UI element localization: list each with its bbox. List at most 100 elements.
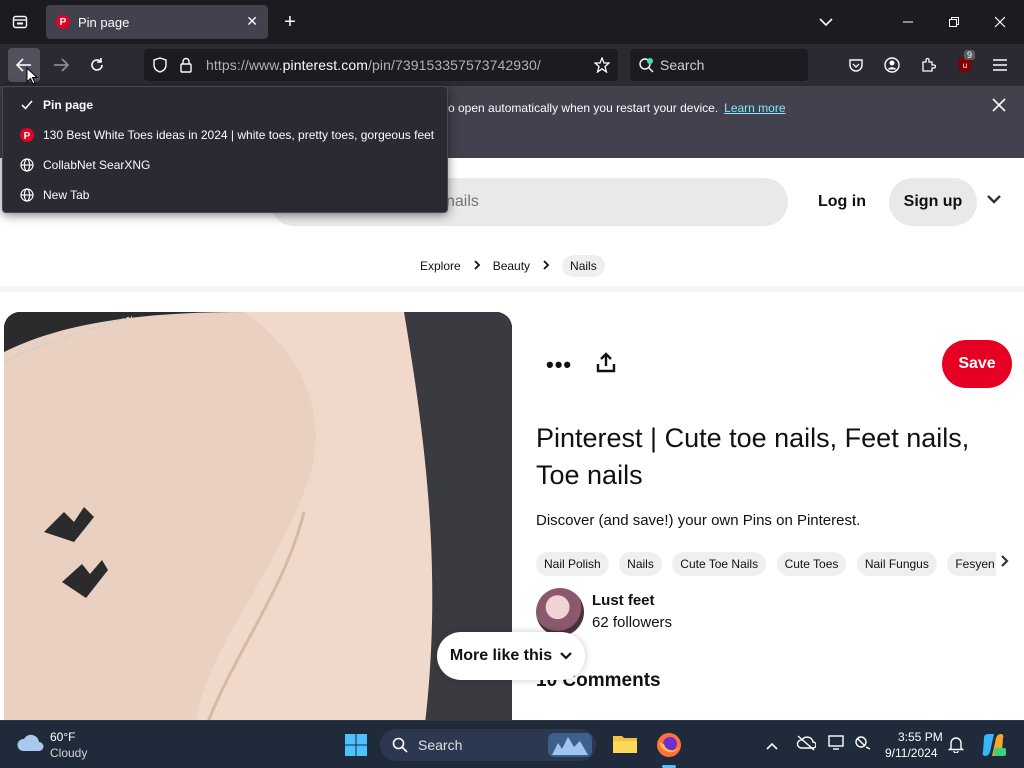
- url-path: /pin/739153357573742930/: [368, 57, 541, 73]
- avatar[interactable]: [536, 588, 584, 636]
- breadcrumb-beauty[interactable]: Beauty: [493, 259, 530, 273]
- chevron-down-icon: [560, 652, 572, 660]
- addons-badge: 9: [964, 50, 976, 60]
- tag-chip[interactable]: Nail Fungus: [856, 552, 937, 576]
- breadcrumb: Explore Beauty Nails: [420, 254, 605, 278]
- firefox-icon[interactable]: [656, 732, 682, 758]
- history-item[interactable]: Pin page: [3, 90, 447, 120]
- tracking-shield-icon[interactable]: [152, 57, 168, 73]
- reload-button[interactable]: [86, 54, 108, 76]
- minimize-icon[interactable]: [898, 12, 918, 32]
- breadcrumb-explore[interactable]: Explore: [420, 259, 461, 273]
- tag-list: Nail Polish Nails Cute Toe Nails Cute To…: [536, 552, 996, 576]
- chevron-up-icon[interactable]: [766, 737, 780, 751]
- chevron-right-icon: [473, 259, 481, 273]
- forward-button[interactable]: [50, 54, 72, 76]
- browser-search-box[interactable]: Search: [630, 49, 808, 81]
- url-prefix: https://www.: [206, 57, 283, 73]
- new-tab-icon[interactable]: +: [280, 11, 300, 33]
- close-tab-icon[interactable]: ✕: [246, 13, 258, 30]
- file-explorer-icon[interactable]: [612, 733, 638, 757]
- history-item-label: Pin page: [43, 98, 94, 112]
- notification-text: o open automatically when you restart yo…: [448, 101, 719, 115]
- url-text[interactable]: https://www.pinterest.com/pin/7391533575…: [206, 57, 541, 73]
- tab-list-icon[interactable]: [10, 12, 30, 32]
- history-item-label: CollabNet SearXNG: [43, 158, 151, 172]
- taskbar: 60°F Cloudy Search 3:55 PM 9/11/2024: [0, 720, 1024, 768]
- svg-text:P: P: [24, 131, 31, 142]
- web-page: nails Log in Sign up Explore Beauty Nail…: [0, 158, 1024, 720]
- weather-condition[interactable]: Cloudy: [50, 746, 87, 760]
- pin-description: Discover (and save!) your own Pins on Pi…: [536, 512, 861, 529]
- tab-pin-page[interactable]: P Pin page ✕: [46, 5, 268, 39]
- notification-bell-icon[interactable]: [947, 735, 966, 755]
- svg-text:u: u: [963, 61, 967, 70]
- history-item[interactable]: CollabNet SearXNG: [3, 150, 447, 180]
- taskbar-search-placeholder: Search: [418, 737, 463, 753]
- search-highlight-icon: [548, 733, 592, 757]
- more-options-icon[interactable]: •••: [546, 352, 572, 378]
- author-name[interactable]: Lust feet: [592, 592, 655, 609]
- clock-time[interactable]: 3:55 PM: [898, 730, 943, 744]
- app-menu-icon[interactable]: [990, 55, 1010, 75]
- section-divider: [0, 286, 1024, 292]
- pinterest-favicon-icon: P: [19, 127, 35, 143]
- tab-title: Pin page: [78, 14, 130, 30]
- history-item-label: 130 Best White Toes ideas in 2024 | whit…: [43, 128, 435, 142]
- tag-chip[interactable]: Cute Toe Nails: [672, 552, 767, 576]
- sign-up-button[interactable]: Sign up: [889, 178, 977, 226]
- share-icon[interactable]: [596, 352, 618, 376]
- tag-chip[interactable]: Fesyen Wanita: [947, 552, 996, 576]
- back-history-menu: Pin page P 130 Best White Toes ideas in …: [2, 86, 448, 213]
- pin-title: Pinterest | Cute toe nails, Feet nails, …: [536, 423, 970, 490]
- tag-chip[interactable]: Nail Polish: [536, 552, 609, 576]
- more-like-this-label: More like this: [449, 647, 553, 664]
- search-query-text: nails: [446, 193, 479, 210]
- follower-count: 62 followers: [592, 614, 673, 631]
- checkmark-icon: [19, 97, 35, 113]
- history-item[interactable]: P 130 Best White Toes ideas in 2024 | wh…: [3, 120, 447, 150]
- close-notification-icon[interactable]: [992, 98, 1006, 117]
- more-like-this-button[interactable]: More like this: [437, 632, 585, 680]
- ublock-origin-icon[interactable]: u 9: [954, 50, 976, 76]
- chevron-down-icon[interactable]: [986, 192, 1006, 212]
- clock-date[interactable]: 9/11/2024: [885, 746, 938, 760]
- copilot-icon[interactable]: [980, 732, 1006, 758]
- close-window-icon[interactable]: [990, 12, 1010, 32]
- pocket-icon[interactable]: [846, 55, 866, 75]
- url-bar[interactable]: https://www.pinterest.com/pin/7391533575…: [144, 49, 618, 81]
- maximize-icon[interactable]: [944, 12, 964, 32]
- notification-message: o open automatically when you restart yo…: [448, 101, 786, 115]
- network-icon[interactable]: [854, 735, 872, 753]
- learn-more-link[interactable]: Learn more: [724, 101, 785, 115]
- save-button[interactable]: Save: [942, 340, 1012, 388]
- onedrive-offline-icon[interactable]: [796, 735, 817, 753]
- extensions-icon[interactable]: [918, 55, 938, 75]
- windows-start-icon[interactable]: [344, 733, 368, 757]
- navigation-toolbar: https://www.pinterest.com/pin/7391533575…: [0, 44, 1024, 86]
- mouse-cursor-icon: [26, 66, 39, 85]
- display-icon[interactable]: [828, 735, 846, 753]
- search-engine-icon: [638, 57, 654, 73]
- history-item-label: New Tab: [43, 188, 90, 202]
- bookmark-star-icon[interactable]: [594, 57, 610, 73]
- tag-chip[interactable]: Cute Toes: [776, 552, 847, 576]
- weather-temperature[interactable]: 60°F: [50, 730, 75, 744]
- globe-icon: [19, 187, 35, 203]
- tab-bar: P Pin page ✕ +: [0, 0, 1024, 44]
- tag-chip[interactable]: Nails: [619, 552, 662, 576]
- search-icon: [392, 737, 408, 753]
- url-host: pinterest.com: [282, 57, 369, 73]
- chevron-right-icon[interactable]: [1000, 554, 1012, 572]
- log-in-button[interactable]: Log in: [808, 182, 876, 222]
- cloud-icon[interactable]: [16, 733, 44, 755]
- breadcrumb-nails[interactable]: Nails: [562, 255, 605, 277]
- lock-icon[interactable]: [178, 57, 194, 73]
- taskbar-search-box[interactable]: Search: [380, 729, 596, 761]
- pinterest-favicon-icon: P: [56, 15, 70, 29]
- tab-overflow-chevron-icon[interactable]: [816, 12, 836, 32]
- pin-image[interactable]: [4, 312, 512, 720]
- globe-icon: [19, 157, 35, 173]
- history-item[interactable]: New Tab: [3, 180, 447, 210]
- account-icon[interactable]: [882, 55, 902, 75]
